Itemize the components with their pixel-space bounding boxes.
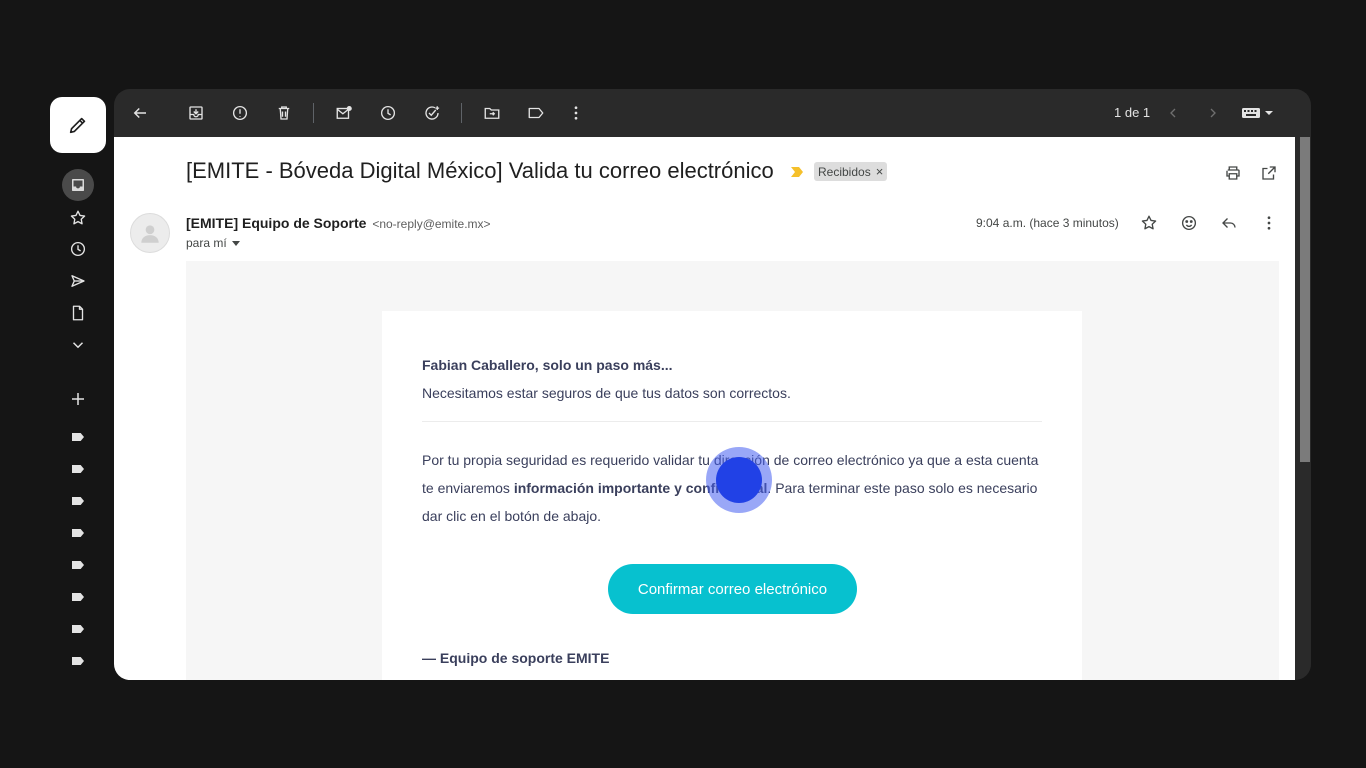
archive-button[interactable] bbox=[182, 99, 210, 127]
scrollbar[interactable] bbox=[1295, 137, 1311, 680]
clock-icon bbox=[380, 105, 396, 121]
arrow-left-icon bbox=[133, 107, 146, 119]
input-tools-button[interactable] bbox=[1238, 99, 1278, 127]
sender-line: [EMITE] Equipo de Soporte <no-reply@emit… bbox=[186, 215, 491, 231]
mail-window: 1 de 1 [EMITE - Bóveda Digital México] V… bbox=[114, 89, 1311, 680]
importance-marker-icon[interactable] bbox=[790, 166, 804, 178]
label-icon bbox=[72, 625, 84, 633]
next-button[interactable] bbox=[1199, 99, 1227, 127]
more-nav[interactable] bbox=[62, 329, 94, 361]
message-toolbar: 1 de 1 bbox=[114, 89, 1311, 137]
sender-address: <no-reply@emite.mx> bbox=[372, 217, 491, 231]
snoozed-nav[interactable] bbox=[62, 233, 94, 265]
drafts-nav[interactable] bbox=[62, 297, 94, 329]
label-icon bbox=[72, 465, 84, 473]
sent-nav[interactable] bbox=[62, 265, 94, 297]
greeting-text: Fabian Caballero, solo un paso más... bbox=[422, 357, 673, 373]
cursor-indicator bbox=[716, 457, 762, 503]
subtitle-text: Necesitamos estar seguros de que tus dat… bbox=[422, 385, 791, 401]
label-icon bbox=[72, 497, 84, 505]
star-button[interactable] bbox=[1137, 211, 1161, 235]
confirm-email-button[interactable]: Confirmar correo electrónico bbox=[608, 564, 857, 614]
trash-icon bbox=[278, 106, 290, 120]
person-icon bbox=[141, 225, 159, 243]
recipients-toggle[interactable]: para mí bbox=[186, 236, 241, 250]
label-icon bbox=[72, 657, 84, 665]
delete-button[interactable] bbox=[270, 99, 298, 127]
label-item[interactable] bbox=[62, 549, 94, 581]
send-icon bbox=[71, 275, 85, 287]
keyboard-icon bbox=[1242, 108, 1273, 118]
more-vert-icon bbox=[574, 106, 578, 120]
move-to-button[interactable] bbox=[478, 99, 506, 127]
file-icon bbox=[72, 305, 84, 321]
more-vert-icon bbox=[1267, 216, 1271, 230]
chevron-right-icon bbox=[1210, 108, 1216, 118]
inbox-nav[interactable] bbox=[62, 169, 94, 201]
compose-button[interactable] bbox=[50, 97, 106, 153]
toolbar-divider bbox=[461, 103, 462, 123]
plus-icon bbox=[72, 393, 84, 405]
archive-icon bbox=[189, 106, 203, 120]
caret-down-icon bbox=[231, 241, 240, 246]
task-add-icon bbox=[425, 106, 440, 120]
message-view: [EMITE - Bóveda Digital México] Valida t… bbox=[114, 137, 1295, 680]
label-icon bbox=[72, 593, 84, 601]
add-reaction-button[interactable] bbox=[1177, 211, 1201, 235]
print-icon bbox=[1226, 166, 1240, 180]
label-chip-text: Recibidos bbox=[818, 164, 871, 179]
open-new-window-button[interactable] bbox=[1257, 161, 1281, 185]
mail-unread-icon bbox=[336, 105, 352, 119]
recipient-text: para mí bbox=[186, 236, 227, 250]
star-icon bbox=[1141, 215, 1157, 230]
chevron-down-icon bbox=[72, 342, 84, 349]
clock-icon bbox=[70, 241, 86, 257]
sender-name[interactable]: [EMITE] Equipo de Soporte bbox=[186, 215, 366, 231]
label-chip: Recibidos × bbox=[814, 162, 888, 181]
label-icon bbox=[72, 433, 84, 441]
label-item[interactable] bbox=[62, 581, 94, 613]
mark-unread-button[interactable] bbox=[330, 99, 358, 127]
label-item[interactable] bbox=[62, 453, 94, 485]
reply-icon bbox=[1222, 218, 1236, 228]
folder-move-icon bbox=[484, 107, 500, 119]
divider bbox=[422, 421, 1042, 422]
email-subject: [EMITE - Bóveda Digital México] Valida t… bbox=[186, 158, 774, 183]
remove-label-button[interactable]: × bbox=[876, 164, 884, 179]
reply-button[interactable] bbox=[1217, 211, 1241, 235]
email-timestamp: 9:04 a.m. (hace 3 minutos) bbox=[976, 216, 1119, 230]
open-in-new-icon bbox=[1262, 166, 1276, 180]
more-options-button[interactable] bbox=[562, 99, 590, 127]
signature-text: — Equipo de soporte EMITE bbox=[422, 650, 610, 666]
inbox-icon bbox=[72, 179, 84, 191]
chevron-left-icon bbox=[1170, 108, 1176, 118]
labels-button[interactable] bbox=[522, 99, 550, 127]
star-icon bbox=[70, 210, 86, 225]
report-spam-button[interactable] bbox=[226, 99, 254, 127]
report-icon bbox=[232, 105, 248, 121]
starred-nav[interactable] bbox=[62, 202, 94, 234]
emoji-icon bbox=[1181, 215, 1197, 231]
print-button[interactable] bbox=[1221, 161, 1245, 185]
label-item[interactable] bbox=[62, 421, 94, 453]
label-icon bbox=[72, 561, 84, 569]
label-item[interactable] bbox=[62, 485, 94, 517]
label-item[interactable] bbox=[62, 645, 94, 677]
avatar bbox=[130, 213, 170, 253]
label-outline-icon bbox=[528, 107, 544, 119]
snooze-button[interactable] bbox=[374, 99, 402, 127]
add-to-tasks-button[interactable] bbox=[418, 99, 446, 127]
scrollbar-thumb[interactable] bbox=[1300, 137, 1310, 462]
back-button[interactable] bbox=[126, 99, 154, 127]
pencil-icon bbox=[69, 117, 86, 134]
add-label-button[interactable] bbox=[62, 383, 94, 415]
label-icon bbox=[72, 529, 84, 537]
pager-text: 1 de 1 bbox=[1114, 105, 1151, 120]
label-item[interactable] bbox=[62, 613, 94, 645]
toolbar-divider bbox=[313, 103, 314, 123]
label-item[interactable] bbox=[62, 517, 94, 549]
previous-button[interactable] bbox=[1159, 99, 1187, 127]
message-more-button[interactable] bbox=[1257, 211, 1281, 235]
